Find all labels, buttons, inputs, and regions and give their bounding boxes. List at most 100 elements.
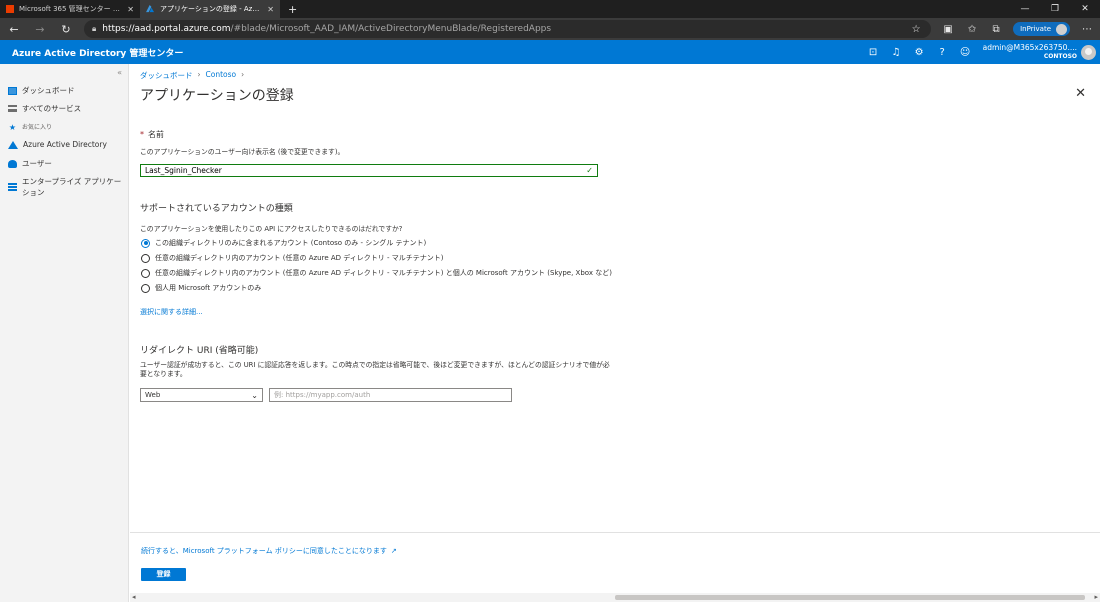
- sidebar-item-label: エンタープライズ アプリケーション: [22, 177, 122, 197]
- page-title: アプリケーションの登録: [140, 88, 294, 104]
- back-icon[interactable]: ←: [6, 23, 22, 36]
- scrollbar-thumb[interactable]: [615, 595, 1085, 600]
- redirect-uri-placeholder: 例: https://myapp.com/auth: [274, 391, 371, 399]
- sidebar-item-all-services[interactable]: すべてのサービス: [8, 103, 81, 114]
- policy-text: 続行すると、Microsoft プラットフォーム ポリシーに同意したことになりま…: [141, 547, 387, 555]
- checkmark-icon: ✓: [586, 166, 593, 175]
- forward-icon[interactable]: →: [32, 23, 48, 36]
- radio-personal-only[interactable]: 個人用 Microsoft アカウントのみ: [141, 283, 261, 293]
- chevron-right-icon: ›: [241, 70, 245, 79]
- platform-dropdown[interactable]: Web ⌄: [140, 388, 263, 402]
- portal-header: Azure Active Directory 管理センター ⊡ ♫ ⚙ ? ☺ …: [0, 40, 1100, 64]
- scroll-right-icon[interactable]: ▸: [1094, 593, 1098, 602]
- sidebar-item-label: Azure Active Directory: [23, 140, 107, 149]
- sidebar-item-label: お気に入り: [22, 124, 53, 131]
- help-choosing-link[interactable]: 選択に関する詳細...: [140, 307, 203, 317]
- name-label: * 名前: [140, 129, 164, 140]
- tab-title: アプリケーションの登録 - Azure Active Directory: [160, 5, 263, 13]
- favorite-star-icon[interactable]: ☆: [909, 24, 923, 35]
- star-icon: ★: [8, 122, 17, 132]
- radio-label: 任意の組織ディレクトリ内のアカウント (任意の Azure AD ディレクトリ …: [155, 254, 444, 262]
- address-bar[interactable]: 🔒︎ https://aad.portal.azure.com/#blade/M…: [84, 20, 932, 38]
- window-controls: — ❐ ✕: [1010, 0, 1100, 18]
- enterprise-apps-icon: [8, 182, 17, 192]
- name-label-text: 名前: [148, 130, 164, 139]
- radio-multi-tenant[interactable]: 任意の組織ディレクトリ内のアカウント (任意の Azure AD ディレクトリ …: [141, 253, 443, 263]
- sidebar-item-label: ユーザー: [22, 159, 52, 168]
- account-avatar[interactable]: [1081, 44, 1096, 60]
- extension-icon[interactable]: ▣: [941, 24, 955, 35]
- account-menu[interactable]: admin@M365x263750.... CONTOSO: [983, 43, 1077, 61]
- sidebar-item-enterprise-apps[interactable]: エンタープライズ アプリケーション: [8, 176, 128, 198]
- feedback-icon[interactable]: ☺: [954, 47, 977, 58]
- inprivate-label: InPrivate: [1020, 25, 1051, 33]
- radio-single-tenant[interactable]: この組織ディレクトリのみに含まれるアカウント (Contoso のみ - シング…: [141, 238, 426, 248]
- url-path: /#blade/Microsoft_AAD_IAM/ActiveDirector…: [230, 24, 552, 34]
- name-help-text: このアプリケーションのユーザー向け表示名 (後で変更できます)。: [140, 148, 345, 156]
- redirect-uri-input[interactable]: 例: https://myapp.com/auth: [269, 388, 512, 402]
- name-input[interactable]: Last_Sginin_Checker ✓: [140, 164, 598, 177]
- blade-footer: 続行すると、Microsoft プラットフォーム ポリシーに同意したことになりま…: [130, 532, 1100, 590]
- platform-policy-link[interactable]: 続行すると、Microsoft プラットフォーム ポリシーに同意したことになりま…: [141, 546, 397, 556]
- radio-label: 任意の組織ディレクトリ内のアカウント (任意の Azure AD ディレクトリ …: [155, 269, 612, 277]
- lock-icon[interactable]: 🔒︎: [92, 24, 96, 34]
- azure-ad-icon: [8, 140, 18, 149]
- platform-selected: Web: [145, 391, 161, 399]
- sidebar-item-label: すべてのサービス: [22, 104, 82, 113]
- minimize-icon[interactable]: —: [1010, 0, 1040, 18]
- chevron-right-icon: ›: [197, 70, 201, 79]
- account-name: admin@M365x263750....: [982, 43, 1077, 52]
- settings-icon[interactable]: ⚙: [908, 47, 931, 58]
- list-icon: [8, 105, 17, 112]
- close-tab-icon[interactable]: ✕: [267, 5, 274, 14]
- breadcrumb: ダッシュボード › Contoso ›: [140, 70, 244, 81]
- radio-multi-tenant-personal[interactable]: 任意の組織ディレクトリ内のアカウント (任意の Azure AD ディレクトリ …: [141, 268, 612, 278]
- radio-label: 個人用 Microsoft アカウントのみ: [155, 284, 262, 292]
- new-tab-button[interactable]: +: [280, 0, 305, 18]
- collections-icon[interactable]: ⧉: [989, 24, 1003, 35]
- sidebar-item-azure-ad[interactable]: Azure Active Directory: [8, 140, 107, 149]
- office-icon: [6, 5, 14, 13]
- sidebar: « ダッシュボード すべてのサービス ★ お気に入り Azure Active …: [0, 64, 129, 602]
- breadcrumb-dashboard[interactable]: ダッシュボード: [140, 70, 193, 81]
- more-icon[interactable]: ⋯: [1080, 24, 1094, 35]
- portal-brand[interactable]: Azure Active Directory 管理センター: [12, 46, 862, 59]
- dashboard-icon: [8, 86, 17, 95]
- browser-tab-strip: Microsoft 365 管理センター - ホーム ✕ アプリケーションの登録…: [0, 0, 1100, 18]
- refresh-icon[interactable]: ↻: [58, 23, 74, 36]
- inprivate-badge[interactable]: InPrivate: [1013, 22, 1070, 36]
- user-icon: [8, 159, 17, 168]
- main-blade: ダッシュボード › Contoso › アプリケーションの登録 ✕ * 名前 この…: [130, 64, 1100, 602]
- register-button[interactable]: 登録: [141, 568, 186, 581]
- browser-tab-m365[interactable]: Microsoft 365 管理センター - ホーム ✕: [0, 0, 140, 18]
- collapse-sidebar-icon[interactable]: «: [117, 68, 122, 77]
- browser-tab-app-registration[interactable]: アプリケーションの登録 - Azure Active Directory ✕: [140, 0, 280, 18]
- close-icon[interactable]: ✕: [1075, 86, 1086, 101]
- name-input-value: Last_Sginin_Checker: [145, 166, 222, 175]
- restore-icon[interactable]: ❐: [1040, 0, 1070, 18]
- account-tenant: CONTOSO: [1043, 53, 1077, 60]
- external-link-icon: ↗: [390, 547, 397, 555]
- horizontal-scrollbar[interactable]: ◂ ▸: [130, 593, 1100, 602]
- notifications-icon[interactable]: ♫: [885, 47, 908, 58]
- account-types-heading: サポートされているアカウントの種類: [140, 204, 293, 214]
- sidebar-item-users[interactable]: ユーザー: [8, 158, 52, 169]
- help-icon[interactable]: ?: [931, 47, 954, 58]
- chevron-down-icon: ⌄: [251, 390, 258, 400]
- redirect-uri-help: ユーザー認証が成功すると、この URI に認証応答を返します。この時点での指定は…: [140, 361, 610, 378]
- profile-avatar: [1056, 23, 1067, 35]
- account-types-question: このアプリケーションを使用したりこの API にアクセスしたりできるのはだれです…: [140, 225, 403, 233]
- radio-button[interactable]: [141, 283, 150, 293]
- browser-toolbar: ← → ↻ 🔒︎ https://aad.portal.azure.com/#b…: [0, 18, 1100, 40]
- breadcrumb-contoso[interactable]: Contoso: [206, 70, 237, 81]
- redirect-uri-heading: リダイレクト URI (省略可能): [140, 346, 259, 356]
- cloud-shell-icon[interactable]: ⊡: [862, 47, 885, 58]
- radio-button[interactable]: [141, 253, 150, 263]
- favorites-icon[interactable]: ✩: [965, 24, 979, 35]
- scroll-left-icon[interactable]: ◂: [132, 593, 136, 602]
- radio-button[interactable]: [141, 268, 150, 278]
- sidebar-item-dashboard[interactable]: ダッシュボード: [8, 85, 75, 96]
- radio-button[interactable]: [141, 238, 150, 248]
- close-tab-icon[interactable]: ✕: [127, 5, 134, 14]
- close-window-icon[interactable]: ✕: [1070, 0, 1100, 18]
